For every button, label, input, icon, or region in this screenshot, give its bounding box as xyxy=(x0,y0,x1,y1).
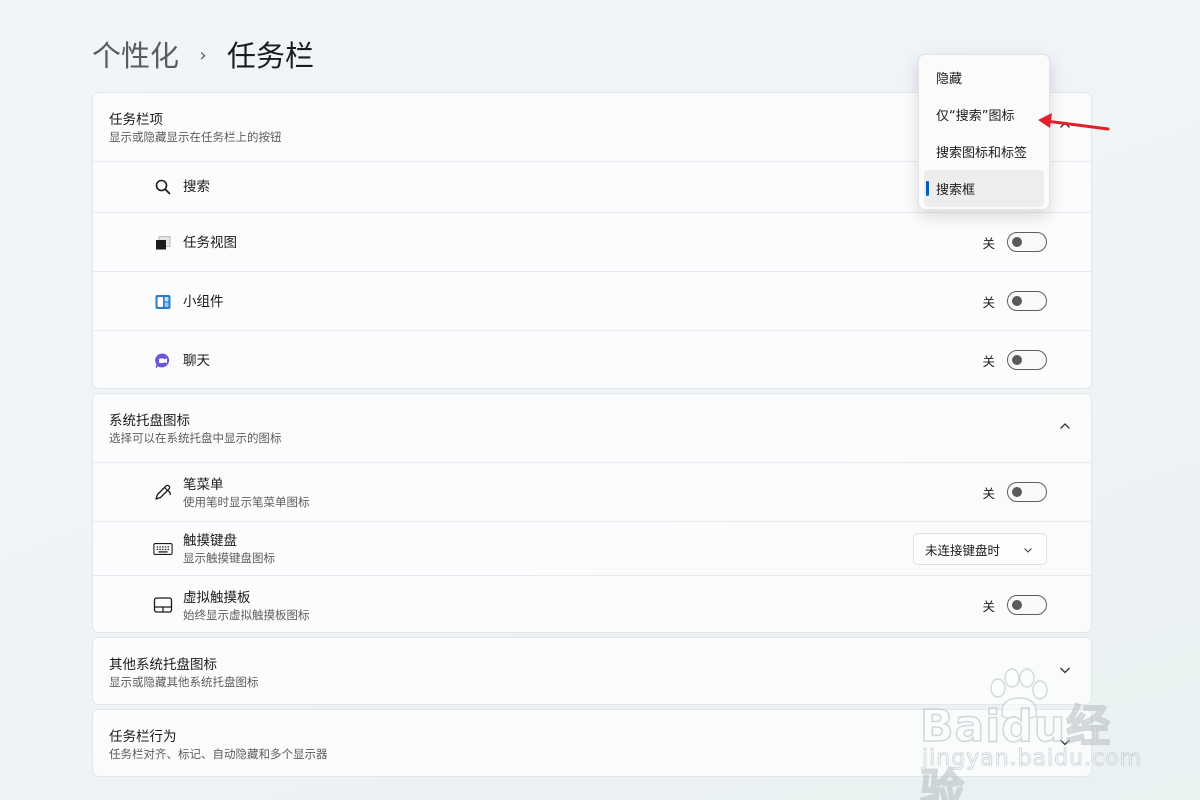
toggle-wrap: 关 xyxy=(982,232,1047,252)
row-sublabel: 使用笔时显示笔菜单图标 xyxy=(183,495,310,509)
breadcrumb-parent[interactable]: 个性化 xyxy=(92,34,179,78)
list-item-pen-menu: 笔菜单 使用笔时显示笔菜单图标 关 xyxy=(93,462,1091,521)
menu-item-search-icon-and-label[interactable]: 搜索图标和标签 xyxy=(924,133,1044,170)
menu-item-search-icon-only[interactable]: 仅“搜索”图标 xyxy=(924,96,1044,133)
keyboard-icon xyxy=(153,539,173,559)
watermark-url: jingyan.baidu.com xyxy=(921,746,1143,772)
baidu-watermark: Baidu经验 jingyan.baidu.com xyxy=(919,668,1143,800)
system-tray-card: 系统托盘图标 选择可以在系统托盘中显示的图标 笔菜单 使用笔时显示笔菜单图标 关… xyxy=(92,393,1092,633)
toggle-wrap: 关 xyxy=(982,482,1047,502)
chevron-up-icon[interactable] xyxy=(1057,418,1073,434)
list-item-chat: 聊天 关 xyxy=(93,330,1091,388)
toggle-wrap: 关 xyxy=(982,595,1047,615)
row-sublabel: 显示触摸键盘图标 xyxy=(183,551,275,565)
widgets-icon xyxy=(153,292,173,312)
row-label: 聊天 xyxy=(183,353,210,369)
list-item-task-view: 任务视图 关 xyxy=(93,212,1091,271)
row-sublabel: 始终显示虚拟触摸板图标 xyxy=(183,608,310,622)
toggle-state-label: 关 xyxy=(982,235,995,251)
chat-toggle[interactable] xyxy=(1007,350,1047,370)
list-item-touch-keyboard: 触摸键盘 显示触摸键盘图标 未连接键盘时 xyxy=(93,521,1091,575)
page-title: 任务栏 xyxy=(227,39,315,73)
breadcrumb: 个性化 › 任务栏 xyxy=(92,34,314,78)
row-label: 虚拟触摸板 xyxy=(183,590,251,606)
toggle-wrap: 关 xyxy=(982,350,1047,370)
chat-icon xyxy=(153,351,173,371)
select-value: 未连接键盘时 xyxy=(925,542,1001,558)
row-label: 任务视图 xyxy=(183,235,237,251)
chevron-down-icon xyxy=(1024,548,1032,553)
toggle-wrap: 关 xyxy=(982,291,1047,311)
menu-item-hide[interactable]: 隐藏 xyxy=(924,59,1044,96)
watermark-text: Baidu经验 xyxy=(919,700,1112,800)
task-view-icon xyxy=(153,233,173,253)
widgets-toggle[interactable] xyxy=(1007,291,1047,311)
virtual-touchpad-toggle[interactable] xyxy=(1007,595,1047,615)
task-view-toggle[interactable] xyxy=(1007,232,1047,252)
pen-menu-toggle[interactable] xyxy=(1007,482,1047,502)
touch-keyboard-select[interactable]: 未连接键盘时 xyxy=(913,533,1047,565)
list-item-virtual-touchpad: 虚拟触摸板 始终显示虚拟触摸板图标 关 xyxy=(93,575,1091,632)
row-label: 触摸键盘 xyxy=(183,533,237,549)
list-item-widgets: 小组件 关 xyxy=(93,271,1091,330)
breadcrumb-separator: › xyxy=(199,45,207,66)
row-label: 搜索 xyxy=(183,179,210,195)
row-label: 小组件 xyxy=(183,294,224,310)
toggle-state-label: 关 xyxy=(982,598,995,614)
toggle-state-label: 关 xyxy=(982,353,995,369)
system-tray-header[interactable]: 系统托盘图标 选择可以在系统托盘中显示的图标 xyxy=(93,394,1091,462)
search-icon xyxy=(153,177,173,197)
pen-icon xyxy=(153,482,173,502)
touchpad-icon xyxy=(153,595,173,615)
section-subtitle: 选择可以在系统托盘中显示的图标 xyxy=(109,431,282,445)
row-label: 笔菜单 xyxy=(183,477,224,493)
section-title: 系统托盘图标 xyxy=(109,413,190,429)
menu-item-search-box[interactable]: 搜索框 xyxy=(924,170,1044,207)
annotation-arrow-icon xyxy=(1038,113,1110,131)
toggle-state-label: 关 xyxy=(982,294,995,310)
toggle-state-label: 关 xyxy=(982,485,995,501)
